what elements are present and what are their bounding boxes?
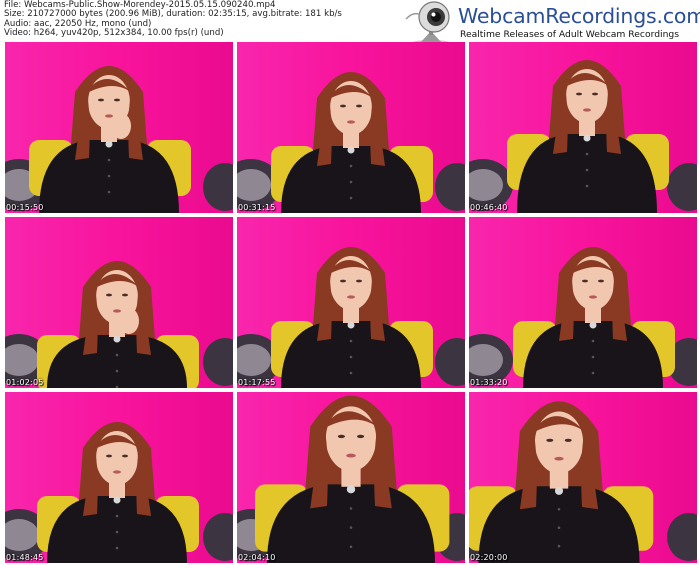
video-line: Video: h264, yuv420p, 512x384, 10.00 fps… <box>4 27 224 38</box>
webcam-icon <box>405 1 451 46</box>
video-thumbnail: 01:02:05 <box>5 217 233 388</box>
thumbnail-timestamp: 01:17:55 <box>238 378 276 387</box>
thumbnail-timestamp: 00:46:40 <box>470 203 508 212</box>
thumbnail-timestamp: 02:20:00 <box>470 553 508 562</box>
video-thumbnail: 02:04:10 <box>237 392 465 563</box>
video-thumbnail: 00:46:40 <box>469 42 697 213</box>
video-thumbnail: 00:15:50 <box>5 42 233 213</box>
video-thumbnail: 01:17:55 <box>237 217 465 388</box>
thumbnail-timestamp: 00:31:15 <box>238 203 276 212</box>
thumbnail-timestamp: 02:04:10 <box>238 553 276 562</box>
thumbnail-timestamp: 01:48:45 <box>6 553 44 562</box>
video-thumbnail: 01:33:20 <box>469 217 697 388</box>
thumbnail-timestamp: 01:02:05 <box>6 378 44 387</box>
video-thumbnail: 02:20:00 <box>469 392 697 563</box>
video-metadata: File: Webcams-Public.Show-Morendey-2015.… <box>4 0 404 38</box>
brand-title: WebcamRecordings.com <box>458 4 700 28</box>
video-thumbnail: 00:31:15 <box>237 42 465 213</box>
thumbnail-timestamp: 00:15:50 <box>6 203 44 212</box>
brand-logo: WebcamRecordings.com Realtime Releases o… <box>402 1 700 46</box>
thumbnail-grid: 00:15:50 00:31:15 00:46:40 01:02:05 01:17:55… <box>5 42 697 563</box>
contact-sheet: File: Webcams-Public.Show-Morendey-2015.… <box>0 0 700 565</box>
brand-subtitle: Realtime Releases of Adult Webcam Record… <box>460 29 680 40</box>
video-thumbnail: 01:48:45 <box>5 392 233 563</box>
thumbnail-timestamp: 01:33:20 <box>470 378 508 387</box>
